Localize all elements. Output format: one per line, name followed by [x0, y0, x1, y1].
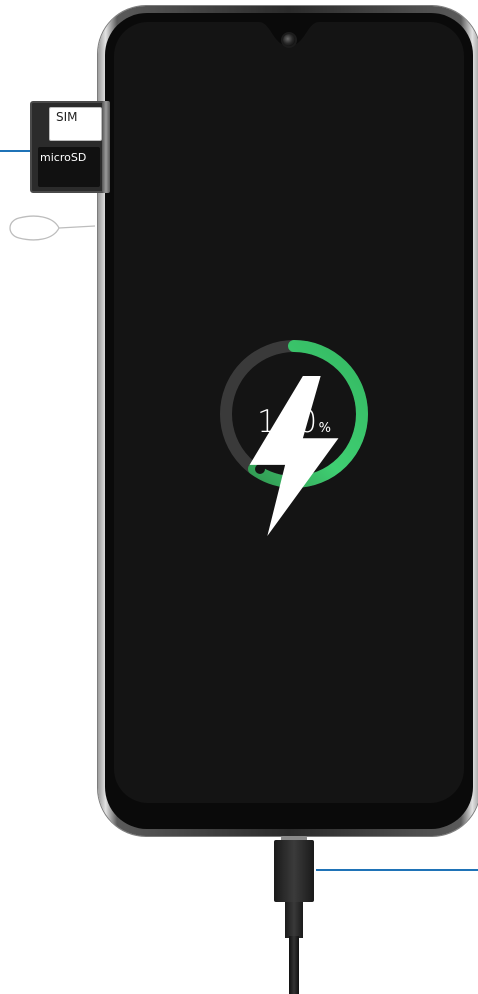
battery-percentage-value: 100: [256, 404, 318, 440]
usb-c-plug: [274, 840, 314, 902]
front-camera-icon: [283, 34, 295, 46]
usb-cable-neck: [285, 902, 303, 938]
lightning-bolt-icon: [214, 376, 374, 536]
charging-port-callout-line: [316, 869, 478, 871]
ejection-pin-icon: [9, 215, 96, 241]
usb-cable: [289, 936, 299, 994]
battery-percentage-unit: %: [318, 421, 332, 436]
device-illustration: 100% SIM microSD: [0, 0, 478, 994]
battery-percentage: 100%: [214, 404, 374, 440]
sim-card-label: SIM: [56, 110, 78, 124]
charging-indicator: 100%: [214, 334, 374, 536]
sim-tray-callout-line: [0, 150, 34, 152]
sim-card: SIM: [49, 107, 102, 141]
microsd-card-label: microSD: [40, 151, 87, 164]
microsd-card: microSD: [38, 147, 100, 187]
sim-tray-handle: [102, 101, 110, 193]
